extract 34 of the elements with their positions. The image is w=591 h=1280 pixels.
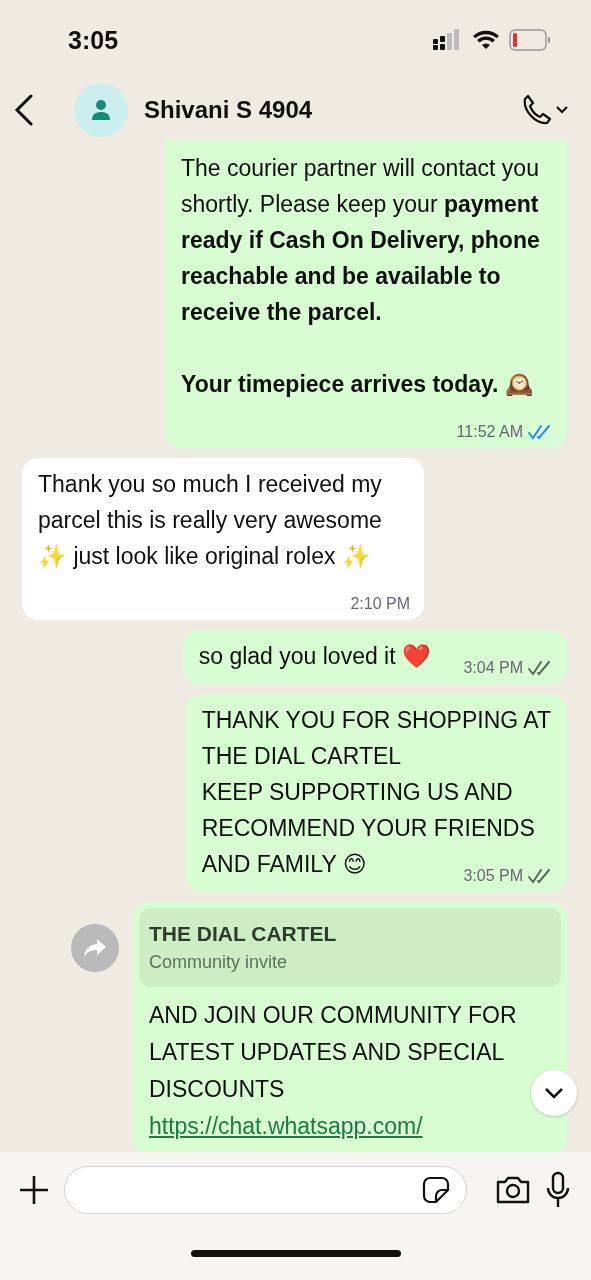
microphone-button[interactable] — [545, 1171, 571, 1209]
double-check-icon — [527, 660, 553, 676]
double-check-icon — [527, 424, 553, 440]
camera-button[interactable] — [495, 1175, 531, 1205]
double-check-icon — [527, 868, 553, 884]
sticker-icon[interactable] — [422, 1176, 450, 1204]
contact-name[interactable]: Shivani S 4904 — [144, 96, 521, 124]
plus-icon — [18, 1174, 50, 1206]
status-time: 3:05 — [68, 25, 119, 55]
chevron-down-icon — [544, 1087, 564, 1099]
phone-icon — [521, 94, 551, 126]
person-icon — [91, 99, 111, 121]
outgoing-message: The courier partner will contact you shortly. Please keep your payment ready if Cash On Delivery, phone reachable and be available to receive the parcel. Your timepiece arrives today. 🕰 11:52 AM — [165, 140, 567, 448]
message-time: 3:05 PM — [463, 866, 523, 886]
invite-link[interactable]: https://chat.whatsapp.com/ — [149, 1108, 423, 1145]
outgoing-message: so glad you loved it ❤ 3:04 PM — [182, 630, 567, 684]
wifi-icon — [473, 30, 499, 50]
microphone-icon — [545, 1171, 571, 1209]
message-time: 2:10 PM — [350, 594, 410, 614]
chevron-down-icon — [555, 105, 569, 115]
message-time: 11:52 AM — [456, 422, 523, 442]
battery-icon — [509, 29, 551, 51]
message-text: AND JOIN OUR COMMUNITY FOR LATEST UPDATES AND SPECIAL DISCOUNTS — [149, 1001, 518, 1104]
chevron-left-icon — [14, 94, 34, 126]
camera-icon — [495, 1175, 531, 1205]
forward-icon — [83, 938, 107, 958]
invite-card[interactable]: THE DIAL CARTEL Community invite — [139, 908, 561, 987]
add-button[interactable] — [18, 1174, 50, 1206]
invite-label: Community invite — [149, 952, 289, 973]
message-time: 3:04 PM — [463, 658, 523, 678]
outgoing-message: THANK YOU FOR SHOPPING AT THE DIAL CARTEL KEEP SUPPORTING US AND RECOMMEND YOUR FRIENDS AND FAMILY 😊 3:05 PM — [185, 694, 567, 892]
community-name: THE DIAL CARTEL — [149, 922, 338, 946]
incoming-message: Thank you so much I received my parcel this is really very awesome ✨ just look like original rolex ✨ 2:10 PM — [22, 458, 424, 620]
message-input[interactable] — [64, 1166, 467, 1214]
